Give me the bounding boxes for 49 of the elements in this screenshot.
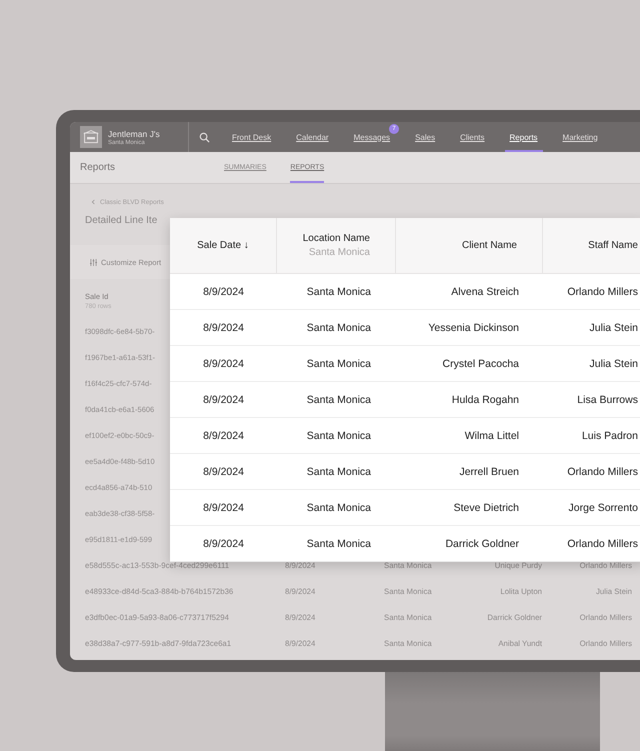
column-header[interactable]: Sale Date ↓ xyxy=(170,218,277,273)
nav-link[interactable]: Sales xyxy=(410,122,440,152)
table-cell-text: Steve Dietrich xyxy=(452,502,520,514)
table-cell-text: Santa Monica xyxy=(306,322,372,334)
table-cell-text: 8/9/2024 xyxy=(202,286,245,298)
filter-value: Santa Monica xyxy=(308,247,370,258)
table-cell-text: 8/9/2024 xyxy=(202,466,245,478)
table-cell-text: Santa Monica xyxy=(306,466,372,478)
table-cell-text: Luis Padron xyxy=(580,430,639,442)
table-cell-text: Lisa Burrows xyxy=(576,394,639,406)
table-cell-text: Jerrell Bruen xyxy=(458,466,520,478)
table-cell-text: Crystel Pacocha xyxy=(442,358,520,370)
table-cell-text: Yessenia Dickinson xyxy=(427,322,520,334)
report-title: Detailed Line Ite xyxy=(85,215,158,227)
table-cell-text: 8/9/2024 xyxy=(202,538,245,550)
table-cell-text: 8/9/2024 xyxy=(202,322,245,334)
search-icon[interactable] xyxy=(199,132,210,142)
table-cell-text: Darrick Goldner xyxy=(444,538,520,550)
storefront-icon xyxy=(80,126,102,148)
table-cell-text: Orlando Millers xyxy=(566,466,639,478)
nav-link[interactable]: Clients xyxy=(455,122,490,152)
table-cell-text: Orlando Millers xyxy=(566,286,639,298)
table-cell-text: Julia Stein xyxy=(588,358,639,370)
sliders-icon xyxy=(90,259,97,266)
table-cell-text: Santa Monica xyxy=(306,538,372,550)
table-cell-text: Jorge Sorrento xyxy=(568,502,639,514)
table-cell-text: 8/9/2024 xyxy=(202,358,245,370)
table-cell-text: 8/9/2024 xyxy=(202,430,245,442)
table-cell-text: Alvena Streich xyxy=(450,286,520,298)
table-cell-text: Santa Monica xyxy=(306,286,372,298)
business-name: Jentleman J's xyxy=(108,128,161,138)
table-cell-text: Orlando Millers xyxy=(566,538,639,550)
table-cell-text: 8/9/2024 xyxy=(202,502,245,514)
column-header[interactable]: Staff Name xyxy=(543,218,640,273)
table-cell-text: Julia Stein xyxy=(588,322,639,334)
nav-link[interactable]: Front Desk xyxy=(227,122,276,152)
column-header[interactable]: Location Name xyxy=(302,233,370,244)
nav-link[interactable]: Marketing xyxy=(558,122,603,152)
table-cell-text: 8/9/2024 xyxy=(202,394,245,406)
nav-link[interactable]: Reports xyxy=(504,122,543,152)
nav-link[interactable]: Calendar xyxy=(291,122,334,152)
page-title: Reports xyxy=(80,162,116,173)
table-cell-text: Hulda Rogahn xyxy=(450,394,520,406)
column-header[interactable]: Client Name xyxy=(396,218,543,273)
table-cell-text: Wilma Littel xyxy=(464,430,520,442)
table-cell-text: Santa Monica xyxy=(306,502,372,514)
table-cell-text: Santa Monica xyxy=(306,430,372,442)
table-cell-text: Santa Monica xyxy=(306,394,372,406)
table-cell-text: Santa Monica xyxy=(306,358,372,370)
